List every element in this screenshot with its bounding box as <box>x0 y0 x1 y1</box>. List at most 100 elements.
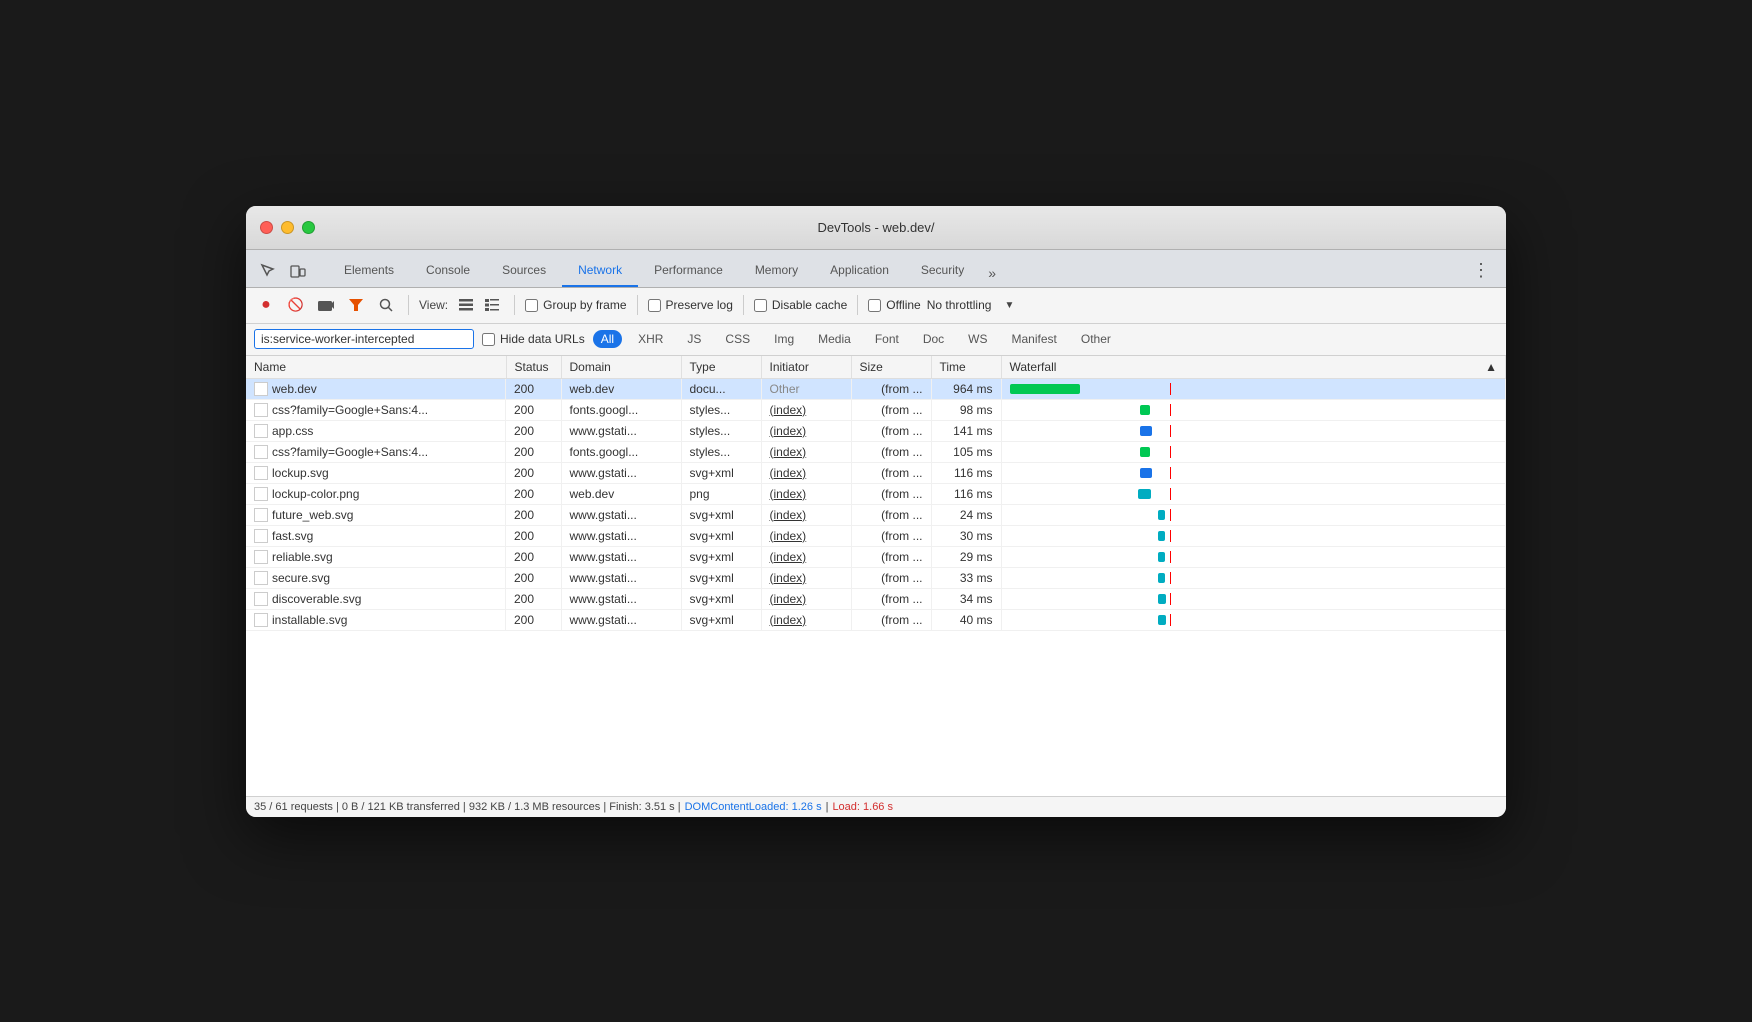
devtools-menu-button[interactable]: ⋮ <box>1464 254 1498 287</box>
file-icon <box>254 466 268 480</box>
close-button[interactable] <box>260 221 273 234</box>
record-button[interactable]: ● <box>254 293 278 317</box>
table-row[interactable]: lockup.svg 200 www.gstati... svg+xml (in… <box>246 462 1506 483</box>
table-row[interactable]: future_web.svg 200 www.gstati... svg+xml… <box>246 504 1506 525</box>
filter-type-doc[interactable]: Doc <box>915 330 952 348</box>
table-row[interactable]: reliable.svg 200 www.gstati... svg+xml (… <box>246 546 1506 567</box>
group-by-frame-checkbox[interactable]: Group by frame <box>525 298 626 312</box>
file-icon <box>254 571 268 585</box>
row-waterfall <box>1001 609 1506 630</box>
table-row[interactable]: web.dev 200 web.dev docu... Other (from … <box>246 378 1506 399</box>
col-header-name[interactable]: Name <box>246 356 506 379</box>
row-time: 24 ms <box>931 504 1001 525</box>
preserve-log-checkbox[interactable]: Preserve log <box>648 298 733 312</box>
filter-input[interactable] <box>254 329 474 349</box>
row-name: future_web.svg <box>246 505 506 525</box>
file-icon <box>254 508 268 522</box>
table-row[interactable]: fast.svg 200 www.gstati... svg+xml (inde… <box>246 525 1506 546</box>
table-row[interactable]: secure.svg 200 www.gstati... svg+xml (in… <box>246 567 1506 588</box>
row-initiator[interactable]: (index) <box>761 546 851 567</box>
row-status: 200 <box>506 567 561 588</box>
filter-type-all[interactable]: All <box>593 330 622 348</box>
devtools-window: DevTools - web.dev/ Elements Console Sou <box>246 206 1506 817</box>
search-button[interactable] <box>374 293 398 317</box>
row-initiator[interactable]: (index) <box>761 525 851 546</box>
throttle-dropdown-button[interactable]: ▼ <box>997 293 1021 317</box>
row-time: 40 ms <box>931 609 1001 630</box>
row-type: svg+xml <box>681 462 761 483</box>
row-initiator[interactable]: (index) <box>761 567 851 588</box>
row-status: 200 <box>506 420 561 441</box>
table-row[interactable]: discoverable.svg 200 www.gstati... svg+x… <box>246 588 1506 609</box>
row-status: 200 <box>506 399 561 420</box>
col-header-initiator[interactable]: Initiator <box>761 356 851 379</box>
row-initiator[interactable]: (index) <box>761 441 851 462</box>
table-row[interactable]: app.css 200 www.gstati... styles... (ind… <box>246 420 1506 441</box>
row-initiator[interactable]: (index) <box>761 462 851 483</box>
col-header-type[interactable]: Type <box>681 356 761 379</box>
device-toolbar-icon[interactable] <box>284 259 312 283</box>
row-status: 200 <box>506 588 561 609</box>
clear-button[interactable]: 🚫 <box>284 293 308 317</box>
titlebar: DevTools - web.dev/ <box>246 206 1506 250</box>
camera-button[interactable] <box>314 293 338 317</box>
tab-elements[interactable]: Elements <box>328 255 410 287</box>
filter-type-font[interactable]: Font <box>867 330 907 348</box>
filter-button[interactable] <box>344 293 368 317</box>
row-status: 200 <box>506 483 561 504</box>
col-header-domain[interactable]: Domain <box>561 356 681 379</box>
col-header-status[interactable]: Status <box>506 356 561 379</box>
list-view-button[interactable] <box>454 293 478 317</box>
row-initiator[interactable]: (index) <box>761 504 851 525</box>
tab-network[interactable]: Network <box>562 255 638 287</box>
row-status: 200 <box>506 378 561 399</box>
row-time: 116 ms <box>931 462 1001 483</box>
tree-view-button[interactable] <box>480 293 504 317</box>
row-name: fast.svg <box>246 526 506 546</box>
row-initiator[interactable]: (index) <box>761 483 851 504</box>
offline-checkbox[interactable]: Offline <box>868 298 920 312</box>
minimize-button[interactable] <box>281 221 294 234</box>
table-row[interactable]: installable.svg 200 www.gstati... svg+xm… <box>246 609 1506 630</box>
col-header-time[interactable]: Time <box>931 356 1001 379</box>
col-header-waterfall[interactable]: Waterfall ▲ <box>1001 356 1506 379</box>
row-type: svg+xml <box>681 567 761 588</box>
row-initiator[interactable]: (index) <box>761 609 851 630</box>
load-text: Load: 1.66 s <box>832 801 893 813</box>
col-header-size[interactable]: Size <box>851 356 931 379</box>
filter-type-xhr[interactable]: XHR <box>630 330 671 348</box>
row-waterfall <box>1001 588 1506 609</box>
row-time: 33 ms <box>931 567 1001 588</box>
row-status: 200 <box>506 504 561 525</box>
table-row[interactable]: css?family=Google+Sans:4... 200 fonts.go… <box>246 441 1506 462</box>
disable-cache-checkbox[interactable]: Disable cache <box>754 298 847 312</box>
filter-type-media[interactable]: Media <box>810 330 859 348</box>
dcl-text: DOMContentLoaded: 1.26 s <box>685 801 822 813</box>
row-initiator[interactable]: (index) <box>761 588 851 609</box>
tab-application[interactable]: Application <box>814 255 905 287</box>
row-waterfall <box>1001 483 1506 504</box>
filter-type-ws[interactable]: WS <box>960 330 995 348</box>
file-icon <box>254 403 268 417</box>
table-row[interactable]: css?family=Google+Sans:4... 200 fonts.go… <box>246 399 1506 420</box>
filter-type-css[interactable]: CSS <box>717 330 758 348</box>
hide-data-urls-checkbox[interactable]: Hide data URLs <box>482 332 585 346</box>
tab-performance[interactable]: Performance <box>638 255 739 287</box>
row-type: styles... <box>681 399 761 420</box>
filter-type-other[interactable]: Other <box>1073 330 1119 348</box>
filter-type-img[interactable]: Img <box>766 330 802 348</box>
file-icon <box>254 487 268 501</box>
tab-security[interactable]: Security <box>905 255 980 287</box>
more-tabs-button[interactable]: » <box>980 259 1004 287</box>
tab-memory[interactable]: Memory <box>739 255 814 287</box>
filter-type-js[interactable]: JS <box>679 330 709 348</box>
maximize-button[interactable] <box>302 221 315 234</box>
row-domain: fonts.googl... <box>561 399 681 420</box>
row-initiator[interactable]: (index) <box>761 420 851 441</box>
tab-console[interactable]: Console <box>410 255 486 287</box>
table-row[interactable]: lockup-color.png 200 web.dev png (index)… <box>246 483 1506 504</box>
inspect-icon[interactable] <box>254 259 282 283</box>
row-initiator[interactable]: (index) <box>761 399 851 420</box>
tab-sources[interactable]: Sources <box>486 255 562 287</box>
filter-type-manifest[interactable]: Manifest <box>1004 330 1065 348</box>
